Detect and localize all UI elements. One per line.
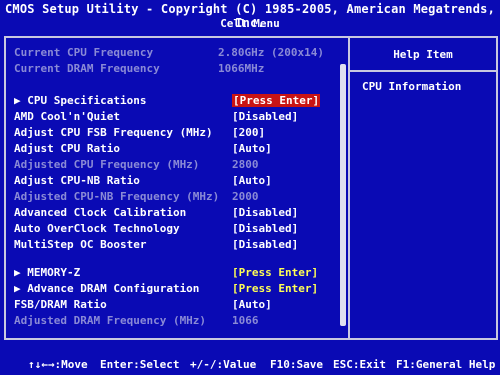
title-bar: CMOS Setup Utility - Copyright (C) 1985-…: [0, 0, 500, 34]
setting-label[interactable]: Adjust CPU Ratio: [14, 142, 120, 155]
key-hint-help: F1:General Help: [396, 358, 496, 371]
help-text: CPU Information: [362, 80, 462, 93]
setting-value[interactable]: [Auto]: [232, 142, 272, 155]
panel-divider: [348, 36, 350, 340]
key-hint-save: F10:Save: [270, 358, 323, 371]
help-title: Help Item: [393, 48, 453, 61]
setting-value[interactable]: [Press Enter]: [232, 266, 318, 279]
setting-label[interactable]: ▶ MEMORY-Z: [14, 266, 80, 279]
scrollbar[interactable]: [340, 64, 346, 326]
key-hint-value: +/-/:Value: [190, 358, 257, 371]
help-divider: [350, 70, 496, 72]
key-help-bar: ↑↓←→:Move Enter:Select +/-/:Value F10:Sa…: [0, 352, 500, 375]
setting-value: 1066MHz: [218, 62, 265, 75]
key-hint-exit: ESC:Exit: [333, 358, 386, 371]
setting-label[interactable]: Adjust CPU-NB Ratio: [14, 174, 140, 187]
setting-label: Adjusted DRAM Frequency (MHz): [14, 314, 207, 327]
setting-label: Current CPU Frequency: [14, 46, 154, 59]
setting-value: 2000: [232, 190, 259, 203]
setting-label[interactable]: Adjust CPU FSB Frequency (MHz): [14, 126, 213, 139]
setting-value-selected[interactable]: [Press Enter]: [232, 94, 321, 107]
setting-label[interactable]: ▶ CPU Specifications: [14, 94, 146, 107]
setting-value: 2.80GHz (200x14): [218, 46, 324, 59]
setting-label: Current DRAM Frequency: [14, 62, 160, 75]
setting-value[interactable]: [Press Enter]: [232, 282, 318, 295]
setting-label[interactable]: Advanced Clock Calibration: [14, 206, 186, 219]
setting-label[interactable]: AMD Cool'n'Quiet: [14, 110, 120, 123]
setting-label[interactable]: ▶ Advance DRAM Configuration: [14, 282, 199, 295]
setting-label[interactable]: FSB/DRAM Ratio: [14, 298, 107, 311]
key-hint-move: ↑↓←→:Move: [28, 358, 88, 371]
menu-title: Cell Menu: [220, 17, 280, 30]
setting-label: Adjusted CPU-NB Frequency (MHz): [14, 190, 220, 203]
setting-value[interactable]: [200]: [232, 126, 265, 139]
setting-value[interactable]: [Disabled]: [232, 206, 298, 219]
setting-value: 2800: [232, 158, 259, 171]
setting-value[interactable]: [Disabled]: [232, 238, 298, 251]
key-hint-select: Enter:Select: [100, 358, 180, 371]
setting-label: Adjusted CPU Frequency (MHz): [14, 158, 200, 171]
setting-value: 1066: [232, 314, 259, 327]
setting-value[interactable]: [Disabled]: [232, 222, 298, 235]
setting-value[interactable]: [Auto]: [232, 298, 272, 311]
setting-value[interactable]: [Auto]: [232, 174, 272, 187]
setting-label[interactable]: MultiStep OC Booster: [14, 238, 146, 251]
setting-value[interactable]: [Disabled]: [232, 110, 298, 123]
setting-label[interactable]: Auto OverClock Technology: [14, 222, 180, 235]
